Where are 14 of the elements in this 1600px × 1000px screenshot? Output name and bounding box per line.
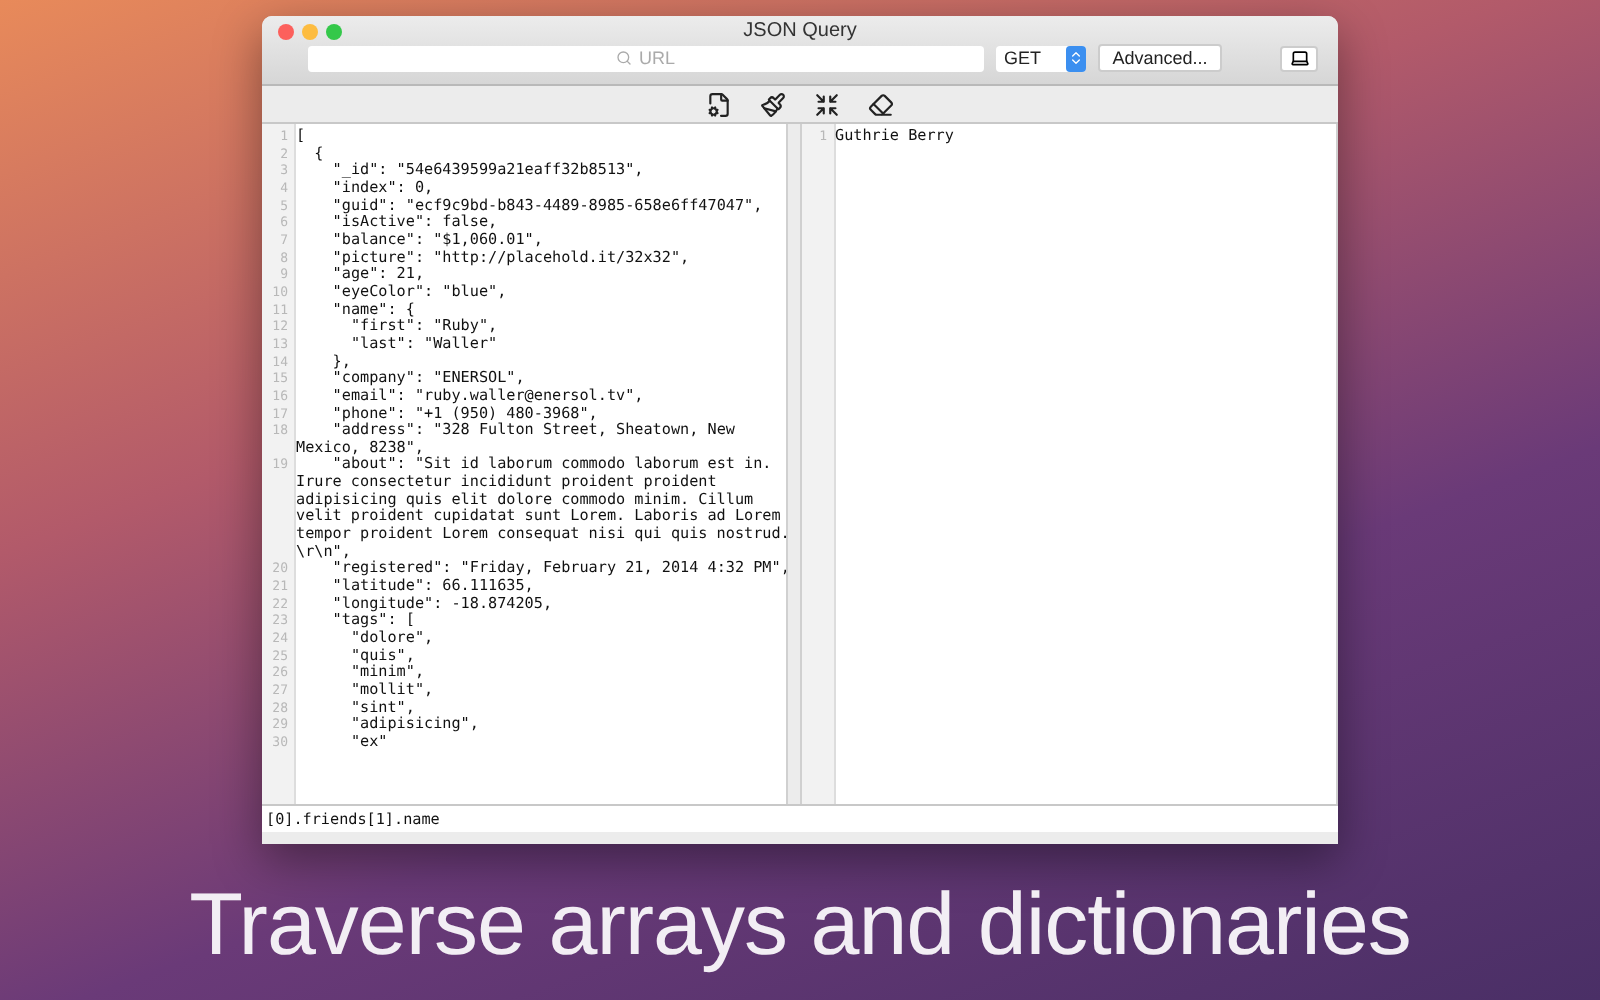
code-editor[interactable] xyxy=(262,124,788,804)
search-icon xyxy=(616,50,633,66)
shrink-icon[interactable] xyxy=(814,91,840,117)
laptop-button[interactable] xyxy=(1280,45,1318,71)
paintbrush-icon[interactable] xyxy=(760,91,786,117)
url-placeholder: URL xyxy=(638,48,675,68)
document-gear-icon[interactable] xyxy=(706,91,732,117)
caption: Traverse arrays and dictionaries xyxy=(189,876,1411,976)
method-dropdown[interactable]: GET xyxy=(996,45,1086,71)
window-title: JSON Query xyxy=(741,20,859,42)
advanced-button[interactable]: Advanced... xyxy=(1098,44,1222,72)
laptop-icon xyxy=(1289,48,1309,68)
eraser-icon[interactable] xyxy=(868,91,894,117)
stepper-icon xyxy=(1066,45,1086,71)
